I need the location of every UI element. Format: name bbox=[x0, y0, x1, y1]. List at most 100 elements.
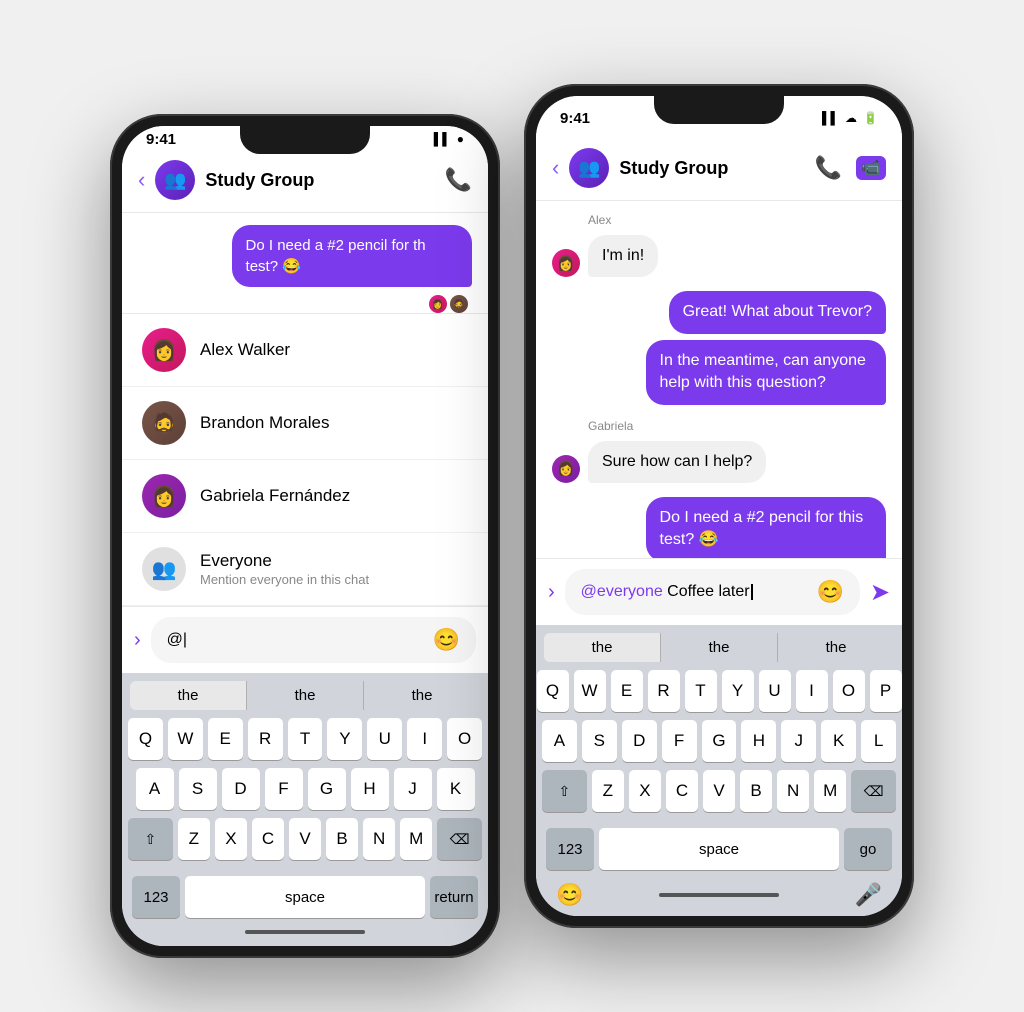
key-123[interactable]: 123 bbox=[132, 876, 180, 918]
r-key-h[interactable]: H bbox=[741, 720, 776, 762]
mention-item-alex[interactable]: 👩 Alex Walker bbox=[122, 314, 488, 387]
left-input-field[interactable]: @| 😊 bbox=[151, 617, 476, 663]
key-g[interactable]: G bbox=[308, 768, 346, 810]
mention-item-everyone[interactable]: 👥 Everyone Mention everyone in this chat bbox=[122, 533, 488, 606]
key-a[interactable]: A bbox=[136, 768, 174, 810]
scene: 9:41 ▌▌ ● ‹ 👥 Study Group 📞 bbox=[70, 44, 954, 968]
r-key-z[interactable]: Z bbox=[592, 770, 624, 812]
key-c[interactable]: C bbox=[252, 818, 284, 860]
r-key-go[interactable]: go bbox=[844, 828, 892, 870]
right-send-button[interactable]: ➤ bbox=[870, 578, 890, 607]
right-input-field[interactable]: @everyone Coffee later 😊 bbox=[565, 569, 860, 615]
key-backspace[interactable]: ⌫ bbox=[437, 818, 482, 860]
r-key-b[interactable]: B bbox=[740, 770, 772, 812]
left-back-button[interactable]: ‹ bbox=[138, 167, 145, 193]
key-h[interactable]: H bbox=[351, 768, 389, 810]
r-key-f[interactable]: F bbox=[662, 720, 697, 762]
r-key-c[interactable]: C bbox=[666, 770, 698, 812]
r-key-i[interactable]: I bbox=[796, 670, 828, 712]
key-e[interactable]: E bbox=[208, 718, 243, 760]
r-key-d[interactable]: D bbox=[622, 720, 657, 762]
alex-avatar: 👩 bbox=[142, 328, 186, 372]
right-predictive-3[interactable]: the bbox=[778, 633, 894, 662]
key-shift[interactable]: ⇧ bbox=[128, 818, 173, 860]
r-key-k[interactable]: K bbox=[821, 720, 856, 762]
key-x[interactable]: X bbox=[215, 818, 247, 860]
right-predictive-2[interactable]: the bbox=[661, 633, 778, 662]
key-k[interactable]: K bbox=[437, 768, 475, 810]
right-back-button[interactable]: ‹ bbox=[552, 155, 559, 181]
key-s[interactable]: S bbox=[179, 768, 217, 810]
r-key-u[interactable]: U bbox=[759, 670, 791, 712]
mention-item-brandon[interactable]: 🧔 Brandon Morales bbox=[122, 387, 488, 460]
brandon-avatar-emoji: 🧔 bbox=[152, 411, 177, 436]
right-expand-icon[interactable]: › bbox=[548, 581, 555, 604]
r-key-l[interactable]: L bbox=[861, 720, 896, 762]
right-emoji-kb-icon[interactable]: 😊 bbox=[556, 882, 583, 908]
key-n[interactable]: N bbox=[363, 818, 395, 860]
left-nav-bar: ‹ 👥 Study Group 📞 bbox=[122, 152, 488, 213]
right-emoji-button[interactable]: 😊 bbox=[816, 579, 843, 605]
right-msg-bubble-1: I'm in! bbox=[588, 235, 658, 277]
right-phone-call-icon[interactable]: 📞 bbox=[815, 155, 842, 181]
r-key-s[interactable]: S bbox=[582, 720, 617, 762]
key-i[interactable]: I bbox=[407, 718, 442, 760]
left-predictive-1[interactable]: the bbox=[130, 681, 247, 710]
right-cursor bbox=[751, 584, 753, 600]
r-key-p[interactable]: P bbox=[870, 670, 902, 712]
left-predictive-3[interactable]: the bbox=[364, 681, 480, 710]
key-o[interactable]: O bbox=[447, 718, 482, 760]
r-key-shift[interactable]: ⇧ bbox=[542, 770, 587, 812]
key-f[interactable]: F bbox=[265, 768, 303, 810]
left-status-bar: 9:41 ▌▌ ● bbox=[122, 126, 488, 152]
key-w[interactable]: W bbox=[168, 718, 203, 760]
key-space[interactable]: space bbox=[185, 876, 425, 918]
r-key-y[interactable]: Y bbox=[722, 670, 754, 712]
left-emoji-button[interactable]: 😊 bbox=[433, 627, 460, 653]
r-key-w[interactable]: W bbox=[574, 670, 606, 712]
right-msg-bubble-4: Sure how can I help? bbox=[588, 441, 766, 483]
gabriela-name: Gabriela Fernández bbox=[200, 486, 350, 506]
key-t[interactable]: T bbox=[288, 718, 323, 760]
left-expand-icon[interactable]: › bbox=[134, 629, 141, 652]
r-key-a[interactable]: A bbox=[542, 720, 577, 762]
key-y[interactable]: Y bbox=[327, 718, 362, 760]
right-predictive-1[interactable]: the bbox=[544, 633, 661, 662]
r-key-m[interactable]: M bbox=[814, 770, 846, 812]
right-mention-tag: @everyone bbox=[581, 583, 663, 600]
key-return[interactable]: return bbox=[430, 876, 478, 918]
left-phone-call-icon[interactable]: 📞 bbox=[445, 167, 472, 193]
brandon-info: Brandon Morales bbox=[200, 413, 329, 433]
r-key-q[interactable]: Q bbox=[537, 670, 569, 712]
r-key-o[interactable]: O bbox=[833, 670, 865, 712]
right-mic-icon[interactable]: 🎤 bbox=[855, 882, 882, 908]
right-signal-icon: ▌▌ bbox=[822, 111, 839, 125]
key-j[interactable]: J bbox=[394, 768, 432, 810]
everyone-desc: Mention everyone in this chat bbox=[200, 572, 369, 587]
r-key-j[interactable]: J bbox=[781, 720, 816, 762]
left-predictive-2[interactable]: the bbox=[247, 681, 364, 710]
key-z[interactable]: Z bbox=[178, 818, 210, 860]
right-video-call-icon[interactable]: 📹 bbox=[856, 156, 886, 180]
mention-item-gabriela[interactable]: 👩 Gabriela Fernández bbox=[122, 460, 488, 533]
r-key-t[interactable]: T bbox=[685, 670, 717, 712]
r-key-v[interactable]: V bbox=[703, 770, 735, 812]
r-key-123[interactable]: 123 bbox=[546, 828, 594, 870]
r-key-space[interactable]: space bbox=[599, 828, 839, 870]
key-m[interactable]: M bbox=[400, 818, 432, 860]
r-key-r[interactable]: R bbox=[648, 670, 680, 712]
r-key-g[interactable]: G bbox=[702, 720, 737, 762]
left-row-3: ⇧ Z X C V B N M ⌫ bbox=[128, 818, 482, 860]
key-d[interactable]: D bbox=[222, 768, 260, 810]
left-predictive-row: the the the bbox=[126, 681, 484, 710]
r-key-n[interactable]: N bbox=[777, 770, 809, 812]
key-u[interactable]: U bbox=[367, 718, 402, 760]
key-b[interactable]: B bbox=[326, 818, 358, 860]
r-key-x[interactable]: X bbox=[629, 770, 661, 812]
left-input-text: @| bbox=[167, 631, 433, 649]
key-q[interactable]: Q bbox=[128, 718, 163, 760]
r-key-backspace[interactable]: ⌫ bbox=[851, 770, 896, 812]
key-v[interactable]: V bbox=[289, 818, 321, 860]
r-key-e[interactable]: E bbox=[611, 670, 643, 712]
key-r[interactable]: R bbox=[248, 718, 283, 760]
